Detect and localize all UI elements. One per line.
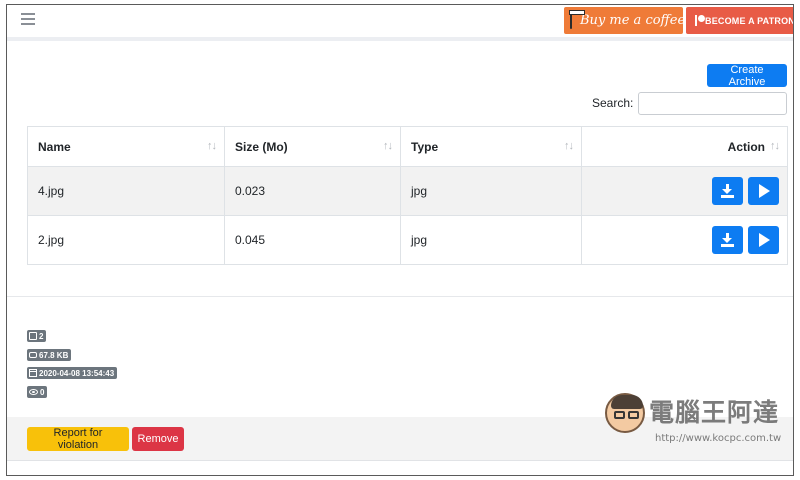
app-frame: Buy me a coffee BECOME A PATRON Create A… (6, 4, 794, 476)
file-name-cell: 2.jpg (27, 215, 225, 265)
patron-label: BECOME A PATRON (705, 15, 794, 26)
file-type-cell: jpg (400, 166, 582, 216)
report-violation-button[interactable]: Report for violation (27, 427, 129, 451)
column-header-label: Name (38, 139, 71, 154)
create-archive-button[interactable]: Create Archive (707, 64, 787, 88)
search-input[interactable] (638, 92, 787, 115)
top-navbar: Buy me a coffee BECOME A PATRON (7, 5, 793, 41)
views-badge: 0 (27, 386, 48, 398)
column-header-type[interactable]: Type ↑↓ (400, 126, 582, 167)
sort-icon: ↑↓ (207, 140, 217, 152)
download-icon (720, 233, 734, 247)
calendar-icon (29, 369, 37, 377)
action-cell (581, 166, 788, 216)
coffee-label: Buy me a coffee (580, 13, 686, 28)
download-button[interactable] (711, 177, 743, 205)
column-header-label: Size (Mo) (235, 139, 288, 154)
column-header-size[interactable]: Size (Mo) ↑↓ (224, 126, 401, 167)
file-count-value: 2 (39, 331, 44, 341)
column-header-action[interactable]: Action ↑↓ (581, 126, 788, 167)
sort-icon: ↑↓ (383, 140, 393, 152)
table-row: 4.jpg 0.023 jpg (27, 166, 788, 216)
file-size-cell: 0.045 (224, 215, 401, 265)
play-button[interactable] (748, 177, 779, 205)
download-button[interactable] (711, 226, 743, 254)
section-divider (7, 296, 793, 297)
watermark-logo: 電腦王阿達 http://www.kocpc.com.tw (605, 391, 791, 451)
date-value: 2020-04-08 13:54:43 (39, 368, 115, 378)
file-icon (29, 332, 37, 340)
play-button[interactable] (748, 226, 779, 254)
sort-icon: ↑↓ (564, 140, 574, 152)
play-icon (759, 184, 770, 198)
size-value: 67.8 KB (39, 350, 69, 360)
sort-icon: ↑↓ (770, 140, 780, 152)
column-header-label: Action (727, 139, 765, 154)
table-row: 2.jpg 0.045 jpg (27, 215, 788, 265)
coffee-cup-icon (569, 10, 585, 29)
size-badge: 67.8 KB (27, 349, 72, 361)
search-label: Search: (592, 96, 634, 110)
watermark-title: 電腦王阿達 (649, 398, 780, 427)
file-count-badge: 2 (27, 330, 47, 342)
action-cell (581, 215, 788, 265)
file-size-cell: 0.023 (224, 166, 401, 216)
date-badge: 2020-04-08 13:54:43 (27, 367, 118, 379)
table-header-row: Name ↑↓ Size (Mo) ↑↓ Type ↑↓ Action ↑↓ (27, 126, 788, 167)
patreon-icon (695, 15, 705, 26)
remove-button[interactable]: Remove (132, 427, 184, 451)
buy-me-a-coffee-button[interactable]: Buy me a coffee (564, 7, 686, 34)
watermark-url: http://www.kocpc.com.tw (655, 433, 782, 444)
file-type-cell: jpg (400, 215, 582, 265)
play-icon (759, 233, 770, 247)
views-value: 0 (40, 387, 45, 397)
files-table: Name ↑↓ Size (Mo) ↑↓ Type ↑↓ Action ↑↓ 4… (27, 126, 788, 265)
column-header-name[interactable]: Name ↑↓ (27, 126, 225, 167)
column-header-label: Type (411, 139, 439, 154)
file-name-cell: 4.jpg (27, 166, 225, 216)
hamburger-icon[interactable] (21, 13, 35, 25)
hard-drive-icon (29, 352, 37, 358)
mascot-face-icon (605, 393, 645, 433)
become-a-patron-button[interactable]: BECOME A PATRON (686, 7, 794, 34)
eye-icon (29, 389, 38, 395)
download-icon (720, 184, 734, 198)
